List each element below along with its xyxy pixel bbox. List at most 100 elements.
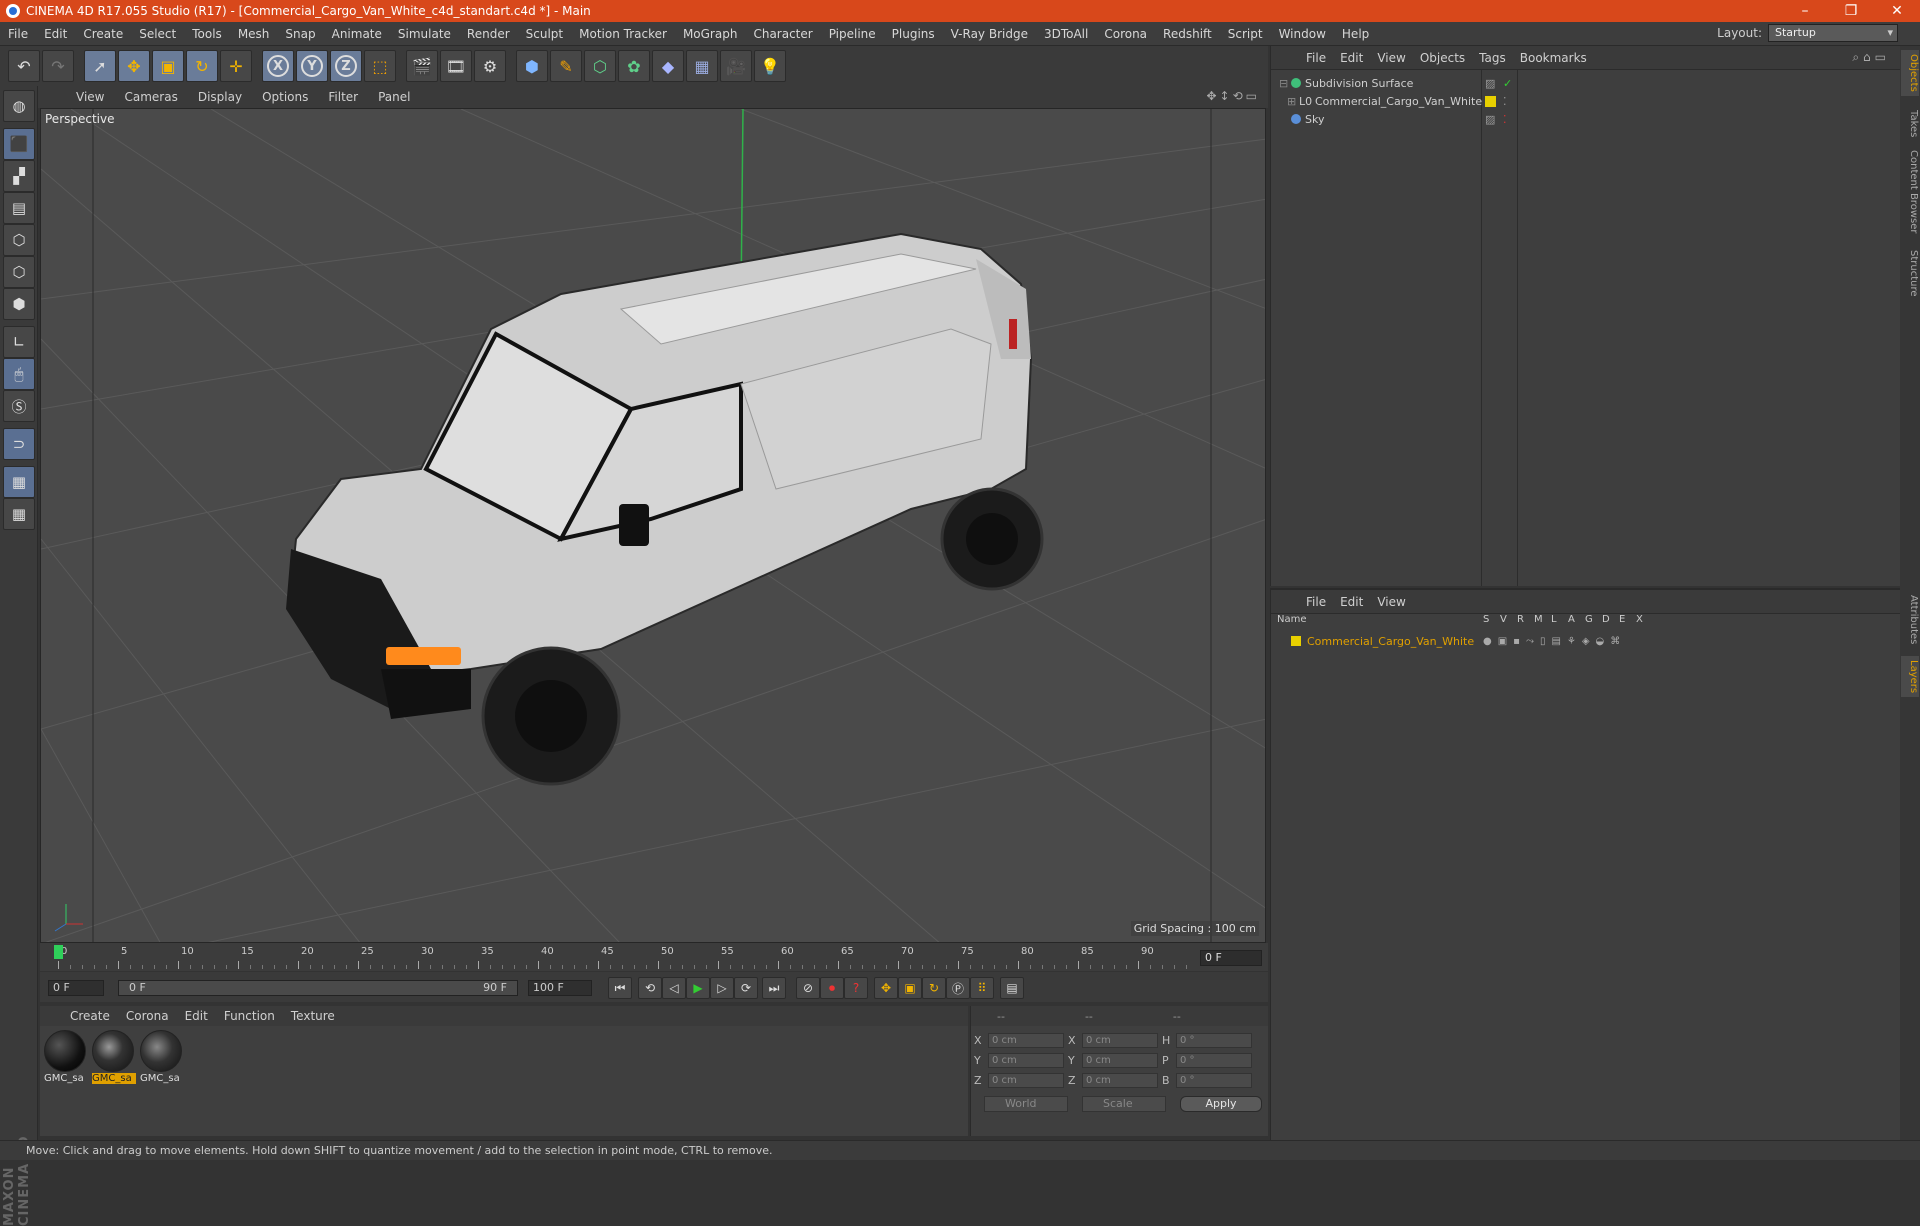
tab-content-browser[interactable]: Content Browser [1901, 146, 1919, 237]
lock-workplane-icon[interactable]: ▦ [3, 466, 35, 498]
cargo-van-model[interactable] [286, 232, 1044, 786]
tab-layers[interactable]: Layers [1901, 656, 1919, 698]
object-menu-bookmarks[interactable]: Bookmarks [1513, 51, 1594, 65]
menu-character[interactable]: Character [745, 27, 820, 41]
tweak-mode-icon[interactable]: 🖱 [3, 358, 35, 390]
texture-mode-icon[interactable]: ▞ [3, 160, 35, 192]
rotate-tool-icon[interactable]: ↻ [186, 50, 218, 82]
floor-object-icon[interactable]: ▦ [686, 50, 718, 82]
move-tool-icon[interactable]: ✥ [118, 50, 150, 82]
minimize-button[interactable]: – [1782, 3, 1828, 19]
menu-window[interactable]: Window [1271, 27, 1334, 41]
live-selection-icon[interactable]: ➚ [84, 50, 116, 82]
tab-takes[interactable]: Takes [1901, 106, 1919, 141]
column-manager[interactable]: M [1534, 614, 1543, 625]
render-picture-viewer-icon[interactable]: 🎞 [440, 50, 472, 82]
end-frame-field[interactable]: 100 F [528, 980, 592, 996]
layout-select[interactable]: Startup [1768, 24, 1898, 42]
menu-plugins[interactable]: Plugins [884, 27, 943, 41]
start-frame-field[interactable]: 0 F [48, 980, 104, 996]
column-xrefs[interactable]: X [1636, 614, 1643, 625]
previous-frame-icon[interactable]: ◁ [662, 977, 686, 999]
material-swatch[interactable]: GMC_sa [140, 1030, 184, 1086]
menu-mograph[interactable]: MoGraph [675, 27, 746, 41]
viewport-menu-cameras[interactable]: Cameras [114, 90, 187, 104]
menu-help[interactable]: Help [1334, 27, 1377, 41]
layer-menu-edit[interactable]: Edit [1333, 595, 1370, 609]
viewport-menu-display[interactable]: Display [188, 90, 252, 104]
subdivision-surface-icon[interactable]: ⬡ [584, 50, 616, 82]
visibility-toggle-icon[interactable]: ▨ [1485, 113, 1495, 126]
viewport-menu-options[interactable]: Options [252, 90, 318, 104]
object-menu-objects[interactable]: Objects [1413, 51, 1472, 65]
key-position-icon[interactable]: ✥ [874, 977, 898, 999]
cube-object-icon[interactable]: ⬢ [516, 50, 548, 82]
layer-toggle-icons[interactable]: ●▣▪⤳▯▤⚘◈◒⌘ [1483, 636, 1626, 647]
menu-motion-tracker[interactable]: Motion Tracker [571, 27, 675, 41]
perspective-viewport[interactable]: Perspective Grid Spacing : 100 cm [40, 108, 1266, 943]
timeline-ruler[interactable]: 0 5 10 15 20 25 30 35 40 45 50 55 60 65 70 75 80 85 90 0 F [40, 943, 1268, 971]
undo-icon[interactable]: ↶ [8, 50, 40, 82]
edges-mode-icon[interactable]: ⬡ [3, 256, 35, 288]
object-row-cargo-van[interactable]: ⊞ L0 Commercial_Cargo_Van_White ⁚ [1271, 92, 1901, 110]
column-animation[interactable]: A [1568, 614, 1575, 625]
menu-3dtoall[interactable]: 3DToAll [1036, 27, 1096, 41]
viewport-menu-filter[interactable]: Filter [318, 90, 368, 104]
visibility-dots-icon[interactable]: ⁚ [1503, 113, 1507, 126]
magnet-icon[interactable]: ⊃ [3, 428, 35, 460]
object-menu-edit[interactable]: Edit [1333, 51, 1370, 65]
position-x-field[interactable]: 0 cm [988, 1032, 1064, 1048]
tab-objects[interactable]: Objects [1901, 50, 1919, 96]
coordinate-mode-select[interactable]: Scale [1082, 1096, 1166, 1112]
layer-menu-file[interactable]: File [1299, 595, 1333, 609]
column-name[interactable]: Name [1277, 614, 1307, 625]
render-settings-icon[interactable]: ⚙ [474, 50, 506, 82]
menu-tools[interactable]: Tools [184, 27, 230, 41]
column-solo[interactable]: S [1483, 614, 1489, 625]
menu-file[interactable]: File [0, 27, 36, 41]
rotation-h-field[interactable]: 0 ° [1176, 1032, 1252, 1048]
cloner-icon[interactable]: ✿ [618, 50, 650, 82]
points-mode-icon[interactable]: ⬡ [3, 224, 35, 256]
visibility-dots-icon[interactable]: ⁚ [1503, 95, 1507, 108]
make-editable-icon[interactable]: ◍ [3, 90, 35, 122]
key-parameter-icon[interactable]: Ⓟ [946, 977, 970, 999]
snap-icon[interactable]: Ⓢ [3, 390, 35, 422]
viewport-menu-view[interactable]: View [66, 90, 114, 104]
viewport-navigation-icons[interactable]: ✥↕⟲▭ [1206, 89, 1260, 103]
axis-mode-icon[interactable]: ∟ [3, 326, 35, 358]
material-swatch[interactable]: GMC_sa [44, 1030, 88, 1086]
camera-object-icon[interactable]: 🎥 [720, 50, 752, 82]
menu-edit[interactable]: Edit [36, 27, 75, 41]
menu-create[interactable]: Create [75, 27, 131, 41]
timeline-window-icon[interactable]: ▤ [1000, 977, 1024, 999]
current-frame-field[interactable]: 0 F [1200, 950, 1262, 966]
deformer-icon[interactable]: ◆ [652, 50, 684, 82]
restore-button[interactable]: ❐ [1828, 3, 1874, 19]
go-to-end-icon[interactable]: ⏭ [762, 977, 786, 999]
material-menu-create[interactable]: Create [62, 1009, 118, 1023]
redo-icon[interactable]: ↷ [42, 50, 74, 82]
visibility-toggle-icon[interactable]: ▨ [1485, 77, 1495, 90]
menu-mesh[interactable]: Mesh [230, 27, 278, 41]
column-generators[interactable]: G [1585, 614, 1593, 625]
key-scale-icon[interactable]: ▣ [898, 977, 922, 999]
menu-script[interactable]: Script [1220, 27, 1271, 41]
menu-vray-bridge[interactable]: V-Ray Bridge [943, 27, 1036, 41]
model-mode-icon[interactable]: ⬛ [3, 128, 35, 160]
size-z-field[interactable]: 0 cm [1082, 1072, 1158, 1088]
menu-select[interactable]: Select [131, 27, 184, 41]
menu-sculpt[interactable]: Sculpt [518, 27, 571, 41]
layer-row[interactable]: Commercial_Cargo_Van_White ●▣▪⤳▯▤⚘◈◒⌘ [1271, 632, 1901, 650]
material-menu-texture[interactable]: Texture [283, 1009, 343, 1023]
keyframe-selection-icon[interactable]: ? [844, 977, 868, 999]
close-button[interactable]: ✕ [1874, 3, 1920, 19]
render-view-icon[interactable]: 🎬 [406, 50, 438, 82]
next-key-icon[interactable]: ⟳ [734, 977, 758, 999]
record-keys-icon[interactable]: ⊘ [796, 977, 820, 999]
menu-render[interactable]: Render [459, 27, 518, 41]
layer-color-swatch[interactable] [1291, 636, 1301, 646]
menu-redshift[interactable]: Redshift [1155, 27, 1220, 41]
viewport-menu-panel[interactable]: Panel [368, 90, 420, 104]
object-menu-view[interactable]: View [1370, 51, 1412, 65]
